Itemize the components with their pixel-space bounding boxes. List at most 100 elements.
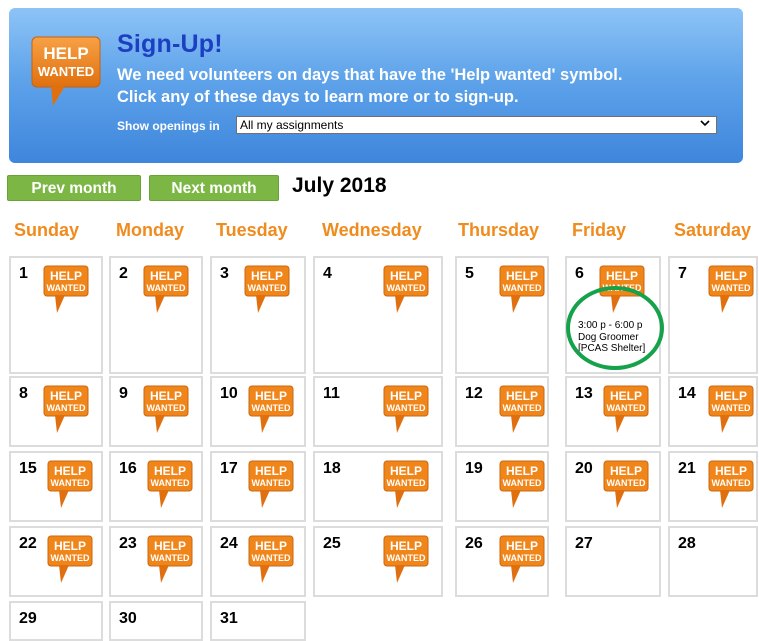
calendar-day-cell[interactable]: 7 HELP WANTED <box>668 256 758 374</box>
day-number: 18 <box>323 460 341 477</box>
help-wanted-icon[interactable]: HELP WANTED <box>603 385 649 440</box>
weekday-header-sunday: Sunday <box>14 220 80 240</box>
help-badge-line1: HELP <box>506 539 538 553</box>
help-badge-line1: HELP <box>150 269 182 283</box>
day-number: 13 <box>575 385 593 402</box>
calendar-day-cell[interactable]: 13 HELP WANTED <box>565 376 661 447</box>
calendar-day-cell[interactable]: 28 <box>668 526 758 597</box>
calendar-day-cell[interactable]: 24 HELP WANTED <box>210 526 306 597</box>
help-wanted-icon[interactable]: HELP WANTED <box>248 385 294 440</box>
help-badge-line1: HELP <box>154 464 186 478</box>
help-wanted-icon[interactable]: HELP WANTED <box>244 265 290 320</box>
banner-title: Sign-Up! <box>117 30 223 58</box>
help-badge-line2: WANTED <box>47 283 86 293</box>
prev-month-button[interactable]: Prev month <box>7 175 141 201</box>
help-badge-line2: WANTED <box>607 403 646 413</box>
help-badge-line2: WANTED <box>387 478 426 488</box>
badge-line2: WANTED <box>38 64 94 79</box>
day-number: 9 <box>119 385 128 402</box>
help-badge-line1: HELP <box>606 269 638 283</box>
help-wanted-icon[interactable]: HELP WANTED <box>47 535 93 590</box>
help-wanted-icon[interactable]: HELP WANTED <box>147 535 193 590</box>
help-wanted-icon[interactable]: HELP WANTED <box>383 535 429 590</box>
help-wanted-icon[interactable]: HELP WANTED <box>248 535 294 590</box>
calendar-day-cell[interactable]: 10 HELP WANTED <box>210 376 306 447</box>
help-wanted-icon[interactable]: HELP WANTED <box>499 460 545 515</box>
help-wanted-icon[interactable]: HELP WANTED <box>708 265 754 320</box>
help-wanted-icon[interactable]: HELP WANTED <box>143 265 189 320</box>
calendar-day-cell[interactable]: 11 HELP WANTED <box>313 376 443 447</box>
help-wanted-icon[interactable]: HELP WANTED <box>383 460 429 515</box>
next-month-button[interactable]: Next month <box>149 175 279 201</box>
day-number: 30 <box>119 610 137 627</box>
help-wanted-icon[interactable]: HELP WANTED <box>248 460 294 515</box>
help-wanted-icon[interactable]: HELP WANTED <box>603 460 649 515</box>
calendar-day-cell[interactable]: 15 HELP WANTED <box>9 451 103 522</box>
calendar-day-cell[interactable]: 31 <box>210 601 306 641</box>
day-number: 2 <box>119 265 128 282</box>
openings-filter-select[interactable]: All my assignments <box>236 116 717 134</box>
day-number: 6 <box>575 265 584 282</box>
help-wanted-icon[interactable]: HELP WANTED <box>43 385 89 440</box>
calendar-day-cell[interactable]: 12 HELP WANTED <box>455 376 549 447</box>
help-wanted-icon[interactable]: HELP WANTED <box>499 265 545 320</box>
help-badge-line2: WANTED <box>252 553 291 563</box>
calendar-day-cell[interactable]: 25 HELP WANTED <box>313 526 443 597</box>
calendar-day-cell[interactable]: 29 <box>9 601 103 641</box>
help-wanted-icon[interactable]: HELP WANTED <box>499 385 545 440</box>
calendar-day-cell[interactable]: 3 HELP WANTED <box>210 256 306 374</box>
calendar-day-cell[interactable]: 27 <box>565 526 661 597</box>
calendar-day-cell[interactable]: 16 HELP WANTED <box>109 451 203 522</box>
help-badge-line1: HELP <box>50 389 82 403</box>
calendar-day-cell[interactable]: 26 HELP WANTED <box>455 526 549 597</box>
help-wanted-icon[interactable]: HELP WANTED <box>708 460 754 515</box>
help-badge-line2: WANTED <box>147 283 186 293</box>
help-badge-line1: HELP <box>390 539 422 553</box>
weekday-header-friday: Friday <box>572 220 627 240</box>
day-number: 25 <box>323 535 341 552</box>
calendar-day-cell[interactable]: 14 HELP WANTED <box>668 376 758 447</box>
help-badge-line2: WANTED <box>712 403 751 413</box>
day-number: 15 <box>19 460 37 477</box>
day-number: 24 <box>220 535 238 552</box>
calendar-day-cell[interactable]: 5 HELP WANTED <box>455 256 549 374</box>
banner-instructions-1: We need volunteers on days that have the… <box>117 66 623 84</box>
day-number: 3 <box>220 265 229 282</box>
help-badge-line1: HELP <box>154 539 186 553</box>
help-wanted-icon[interactable]: HELP WANTED <box>499 535 545 590</box>
day-number: 20 <box>575 460 593 477</box>
help-badge-line2: WANTED <box>607 478 646 488</box>
calendar-day-cell[interactable]: 17 HELP WANTED <box>210 451 306 522</box>
help-badge-line1: HELP <box>54 464 86 478</box>
calendar-day-cell[interactable]: 4 HELP WANTED <box>313 256 443 374</box>
help-badge-line1: HELP <box>255 464 287 478</box>
banner-instructions-2: Click any of these days to learn more or… <box>117 88 519 106</box>
weekday-header-tuesday: Tuesday <box>216 220 288 240</box>
calendar-day-cell[interactable]: 23 HELP WANTED <box>109 526 203 597</box>
help-wanted-icon[interactable]: HELP WANTED <box>708 385 754 440</box>
day-number: 28 <box>678 535 696 552</box>
help-wanted-icon[interactable]: HELP WANTED <box>147 460 193 515</box>
help-wanted-icon[interactable]: HELP WANTED <box>383 265 429 320</box>
day-number: 19 <box>465 460 483 477</box>
help-badge-line2: WANTED <box>147 403 186 413</box>
help-wanted-icon[interactable]: HELP WANTED <box>47 460 93 515</box>
day-number: 5 <box>465 265 474 282</box>
highlight-circle <box>566 286 664 370</box>
calendar-day-cell[interactable]: 30 <box>109 601 203 641</box>
help-wanted-icon[interactable]: HELP WANTED <box>43 265 89 320</box>
badge-line1: HELP <box>43 44 88 63</box>
day-number: 29 <box>19 610 37 627</box>
calendar-day-cell[interactable]: 21 HELP WANTED <box>668 451 758 522</box>
calendar-day-cell[interactable]: 1 HELP WANTED <box>9 256 103 374</box>
calendar-day-cell[interactable]: 18 HELP WANTED <box>313 451 443 522</box>
calendar-day-cell[interactable]: 19 HELP WANTED <box>455 451 549 522</box>
calendar-day-cell[interactable]: 20 HELP WANTED <box>565 451 661 522</box>
calendar-day-cell[interactable]: 8 HELP WANTED <box>9 376 103 447</box>
help-badge-line2: WANTED <box>503 478 542 488</box>
help-wanted-icon[interactable]: HELP WANTED <box>143 385 189 440</box>
calendar-day-cell[interactable]: 9 HELP WANTED <box>109 376 203 447</box>
help-wanted-icon[interactable]: HELP WANTED <box>383 385 429 440</box>
calendar-day-cell[interactable]: 2 HELP WANTED <box>109 256 203 374</box>
calendar-day-cell[interactable]: 22 HELP WANTED <box>9 526 103 597</box>
